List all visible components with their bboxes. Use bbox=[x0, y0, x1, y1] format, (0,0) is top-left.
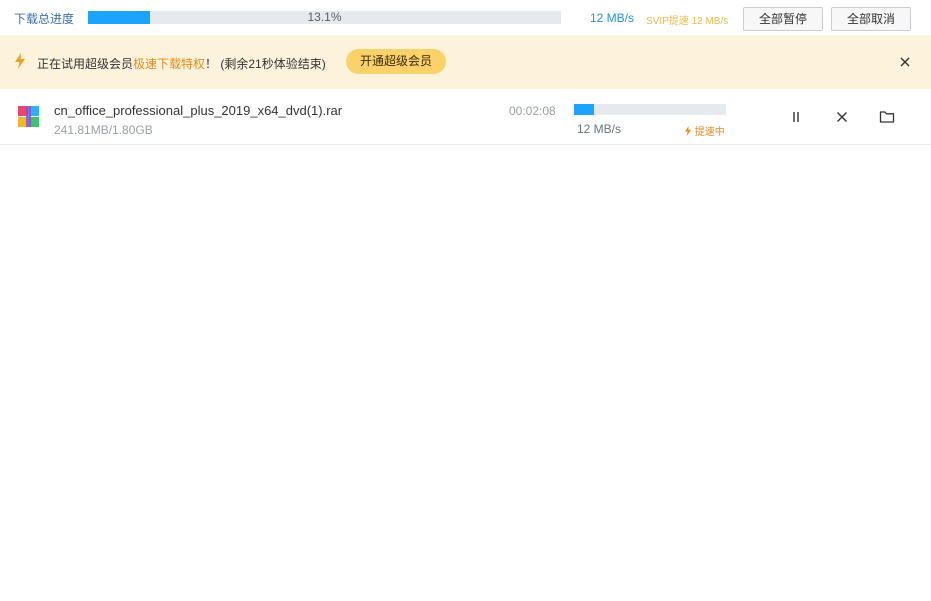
pause-icon[interactable] bbox=[788, 109, 804, 125]
toolbar: 下载总进度 13.1% 12 MB/s SVIP提速 12 MB/s 全部暂停 … bbox=[0, 0, 931, 35]
file-size: 241.81MB/1.80GB bbox=[54, 123, 153, 137]
banner-text-highlight: 极速下载特权 bbox=[133, 57, 206, 71]
total-progress-bar: 13.1% bbox=[88, 11, 561, 24]
open-vip-button[interactable]: 开通超级会员 bbox=[346, 49, 446, 74]
svip-speed: SVIP提速 12 MB/s bbox=[646, 16, 729, 27]
banner-text-after: ！ (剩余21秒体验结束) bbox=[205, 57, 326, 71]
file-name: cn_office_professional_plus_2019_x64_dvd… bbox=[54, 103, 343, 118]
banner-message: 正在试用超级会员极速下载特权！ (剩余21秒体验结束) bbox=[37, 55, 326, 72]
banner-text-before: 正在试用超级会员 bbox=[37, 57, 134, 71]
archive-file-icon bbox=[18, 106, 39, 127]
accelerating-badge: 提速中 bbox=[684, 123, 725, 138]
close-icon[interactable] bbox=[898, 55, 912, 69]
pause-all-button[interactable]: 全部暂停 bbox=[743, 7, 823, 31]
item-progress-fill bbox=[574, 104, 594, 115]
accelerating-label: 提速中 bbox=[694, 127, 725, 138]
total-progress-label: 下载总进度 bbox=[14, 12, 75, 26]
lightning-small-icon bbox=[684, 126, 692, 136]
lightning-icon bbox=[15, 53, 25, 69]
download-row[interactable]: cn_office_professional_plus_2019_x64_dvd… bbox=[0, 89, 931, 145]
total-speed: 12 MB/s bbox=[590, 11, 635, 25]
item-progress-bar bbox=[574, 104, 726, 115]
cancel-download-icon[interactable] bbox=[834, 109, 850, 125]
time-remaining: 00:02:08 bbox=[509, 104, 556, 118]
cancel-all-button[interactable]: 全部取消 bbox=[831, 7, 911, 31]
total-progress-percent: 13.1% bbox=[307, 10, 342, 24]
item-speed: 12 MB/s bbox=[577, 122, 622, 136]
vip-trial-banner: 正在试用超级会员极速下载特权！ (剩余21秒体验结束) 开通超级会员 bbox=[0, 35, 931, 89]
folder-icon[interactable] bbox=[879, 109, 895, 125]
